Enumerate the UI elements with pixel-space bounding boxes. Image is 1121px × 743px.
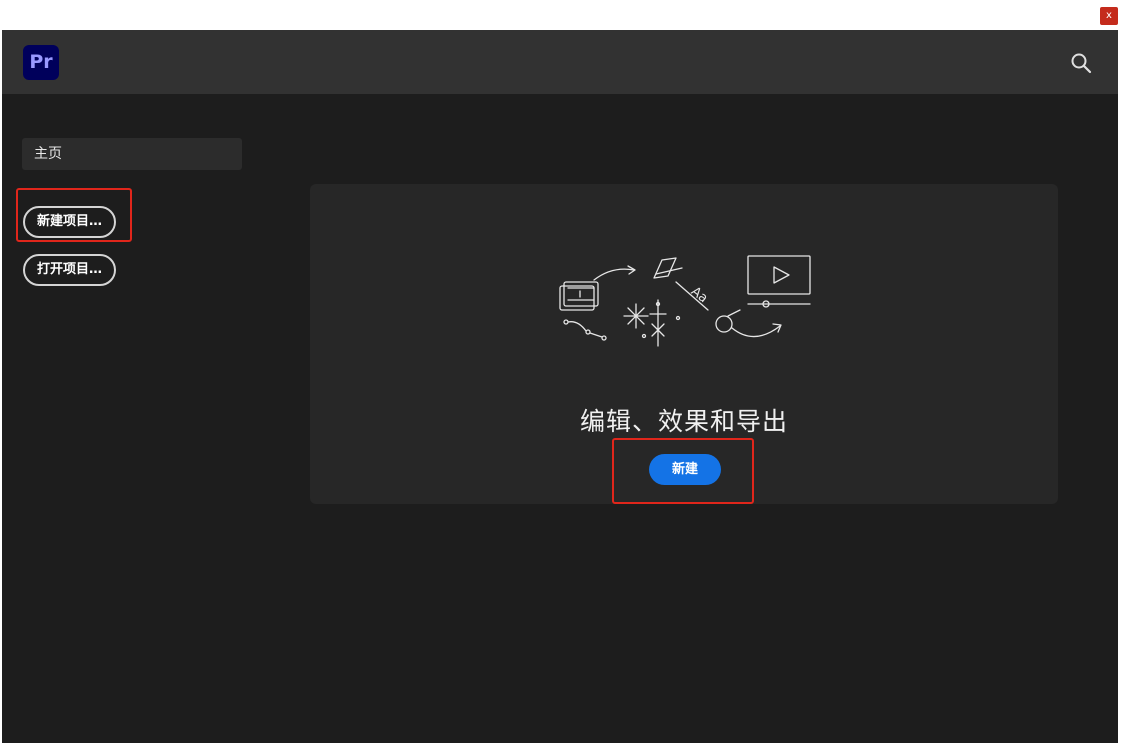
editing-illustration: Aa [559, 255, 811, 347]
premiere-logo: Pr [23, 45, 59, 80]
open-project-button[interactable]: 打开项目… [23, 254, 117, 286]
new-project-button[interactable]: 新建项目… [23, 206, 117, 238]
app-header: Pr [2, 30, 1118, 94]
search-icon[interactable] [1070, 52, 1092, 74]
welcome-card: Aa 编辑、效果和导出 新建 [310, 184, 1058, 504]
svg-text:Aa: Aa [688, 284, 711, 306]
new-button[interactable]: 新建 [649, 454, 721, 485]
app-window: Pr 主页 新建项目… 打开项目… Aa 编辑、效果和导出 新建 [2, 30, 1118, 743]
title-bar: x [0, 0, 1121, 30]
sidebar-item-home[interactable]: 主页 [22, 138, 242, 170]
welcome-title: 编辑、效果和导出 [579, 407, 788, 436]
close-button[interactable]: x [1100, 7, 1118, 25]
